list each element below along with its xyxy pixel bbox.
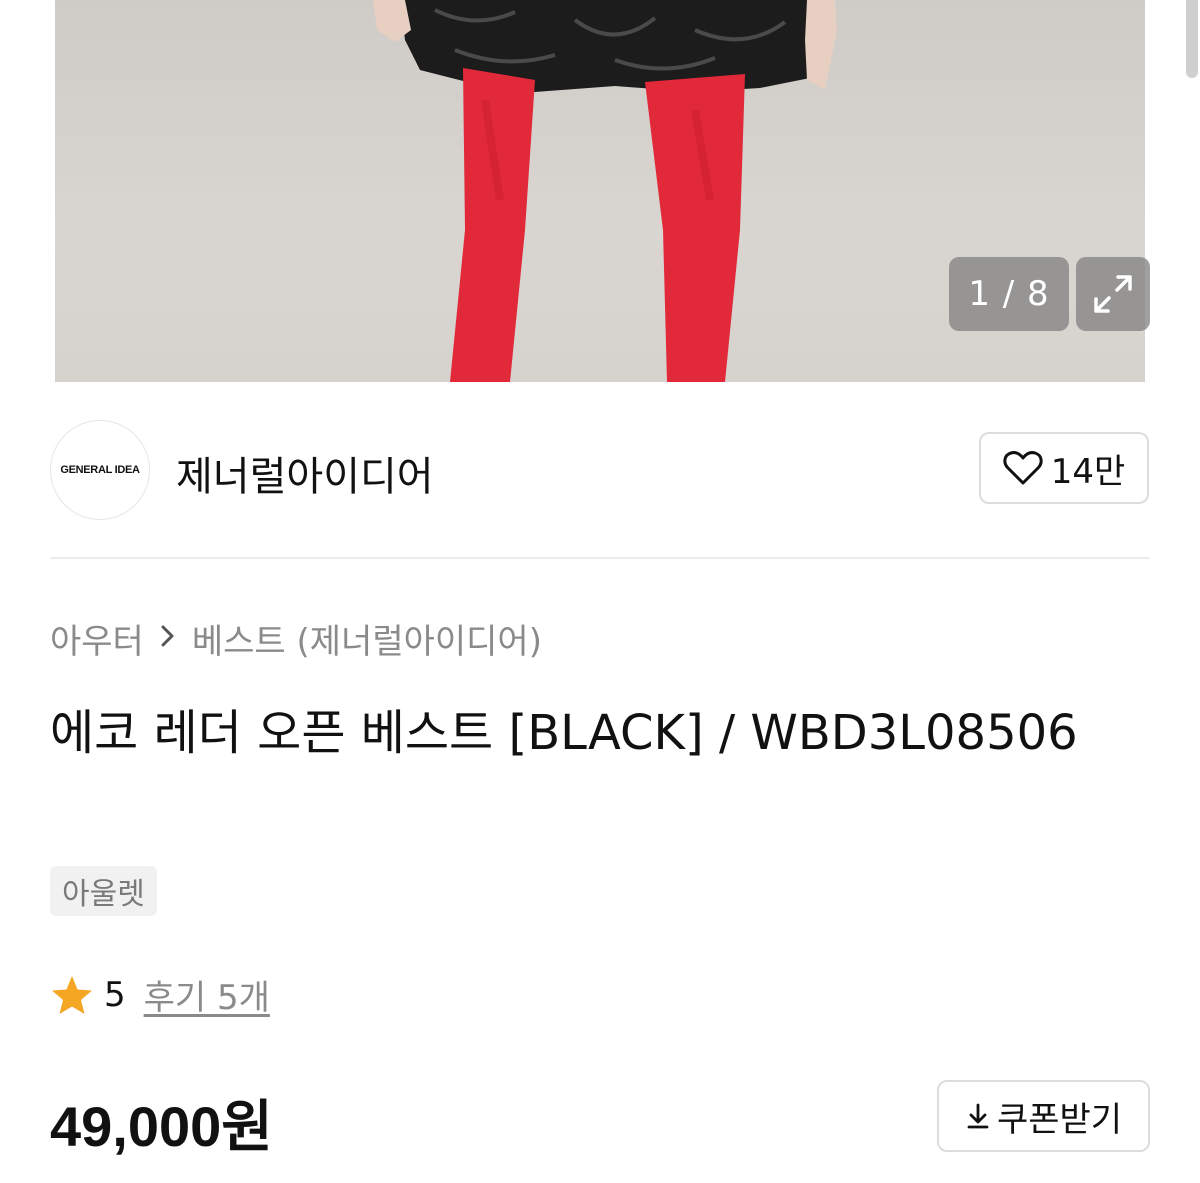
like-button[interactable]: 14만 — [979, 432, 1149, 504]
breadcrumb: 아우터 베스트 (제너럴아이디어) — [50, 614, 542, 663]
breadcrumb-subcategory[interactable]: 베스트 (제너럴아이디어) — [192, 614, 542, 663]
product-title: 에코 레더 오픈 베스트 [BLACK] / WBD3L08506 — [50, 705, 1078, 761]
brand-logo-text: GENERAL IDEA — [60, 464, 140, 476]
brand-name[interactable]: 제너럴아이디어 — [176, 444, 434, 502]
scrollbar[interactable] — [1186, 0, 1198, 78]
brand-row: GENERAL IDEA 제너럴아이디어 14만 — [50, 420, 1150, 520]
download-icon — [967, 1103, 989, 1129]
brand-logo[interactable]: GENERAL IDEA — [50, 420, 150, 520]
chevron-right-icon — [160, 621, 176, 656]
image-counter: 1 / 8 — [949, 257, 1069, 331]
divider — [50, 557, 1150, 559]
like-count: 14만 — [1050, 451, 1126, 492]
expand-icon — [1094, 275, 1132, 313]
product-image-gallery[interactable]: 1 / 8 — [0, 0, 1200, 382]
coupon-button[interactable]: 쿠폰받기 — [937, 1080, 1150, 1152]
product-price: 49,000원 — [50, 1095, 273, 1158]
coupon-label: 쿠폰받기 — [996, 1099, 1123, 1140]
rating-row: 5 후기 5개 — [50, 970, 270, 1019]
heart-icon — [1003, 451, 1043, 485]
review-link[interactable]: 후기 5개 — [144, 970, 270, 1019]
rating-score: 5 — [104, 974, 126, 1015]
outlet-tag: 아울렛 — [50, 866, 157, 916]
breadcrumb-category[interactable]: 아우터 — [50, 614, 144, 663]
star-icon — [52, 975, 92, 1014]
expand-button[interactable] — [1076, 257, 1150, 331]
